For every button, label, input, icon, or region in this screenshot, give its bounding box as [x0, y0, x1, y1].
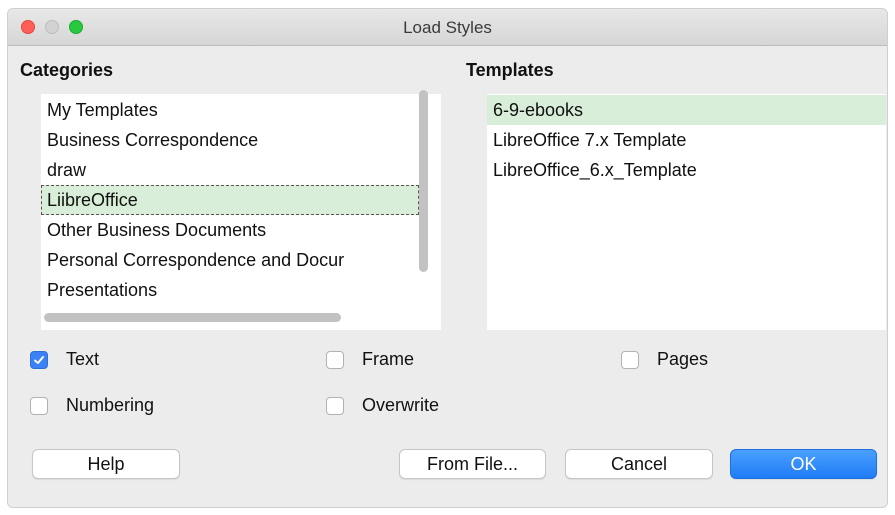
- list-item-selected[interactable]: LiibreOffice: [41, 185, 419, 215]
- overwrite-checkbox[interactable]: Overwrite: [326, 395, 439, 416]
- list-item[interactable]: Business Correspondence: [41, 125, 441, 155]
- categories-label: Categories: [20, 60, 114, 80]
- templates-label: Templates: [466, 60, 554, 80]
- help-button[interactable]: Help: [32, 449, 180, 479]
- overwrite-checkbox-label: Overwrite: [362, 395, 440, 415]
- list-item[interactable]: My Templates: [41, 95, 441, 125]
- list-item[interactable]: Presentations: [41, 275, 441, 305]
- ok-button[interactable]: OK: [730, 449, 877, 479]
- numbering-checkbox[interactable]: Numbering: [30, 395, 154, 416]
- list-item-selected[interactable]: 6-9-ebooks: [487, 95, 886, 125]
- frame-checkbox[interactable]: Frame: [326, 349, 414, 370]
- list-item[interactable]: LibreOffice 7.x Template: [487, 125, 886, 155]
- checkbox-box[interactable]: [621, 350, 639, 369]
- list-item[interactable]: Personal Correspondence and Docur: [41, 245, 441, 275]
- categories-horizontal-scrollbar[interactable]: [44, 313, 341, 322]
- list-item[interactable]: Other Business Documents: [41, 215, 441, 245]
- frame-checkbox-label: Frame: [362, 349, 415, 369]
- categories-vertical-scrollbar[interactable]: [419, 90, 428, 272]
- text-checkbox-label: Text: [66, 349, 100, 369]
- dialog-title: Load Styles: [403, 18, 492, 37]
- checkbox-box[interactable]: [326, 396, 344, 415]
- numbering-checkbox-label: Numbering: [66, 395, 155, 415]
- title-bar: Load Styles: [8, 9, 887, 46]
- checkbox-box[interactable]: [30, 396, 48, 415]
- pages-checkbox-label: Pages: [657, 349, 709, 369]
- text-checkbox[interactable]: Text: [30, 349, 99, 370]
- pages-checkbox[interactable]: Pages: [621, 349, 708, 370]
- checkbox-box[interactable]: [326, 350, 344, 369]
- categories-list[interactable]: My Templates Business Correspondence dra…: [41, 94, 441, 330]
- from-file-button[interactable]: From File...: [399, 449, 546, 479]
- templates-list[interactable]: 6-9-ebooks LibreOffice 7.x Template Libr…: [487, 94, 886, 330]
- list-item[interactable]: draw: [41, 155, 441, 185]
- checkmark-icon[interactable]: [30, 350, 48, 369]
- list-item[interactable]: LibreOffice_6.x_Template: [487, 155, 886, 185]
- cancel-button[interactable]: Cancel: [565, 449, 713, 479]
